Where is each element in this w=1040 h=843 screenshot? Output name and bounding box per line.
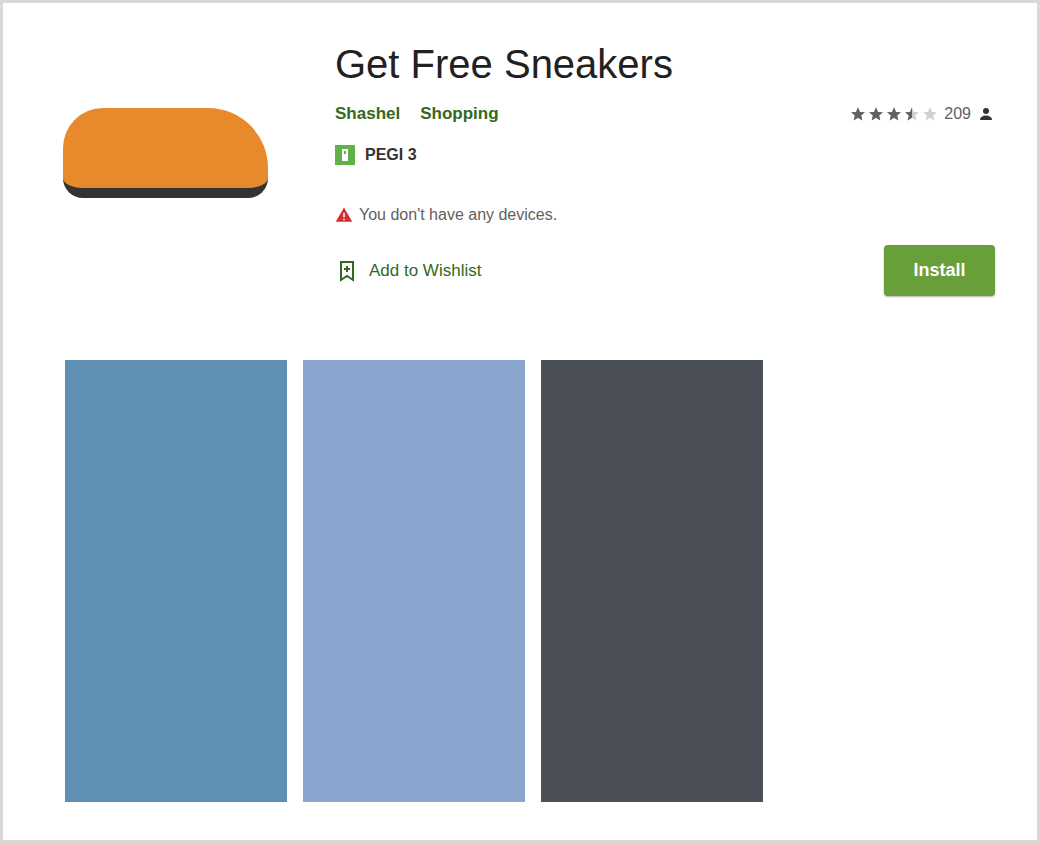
star bbox=[868, 106, 884, 122]
app-details: Get Free Sneakers Shashel Shopping 209 PEGI … bbox=[335, 40, 995, 296]
screenshot-gallery bbox=[3, 360, 1037, 802]
star-icon bbox=[850, 106, 866, 122]
star bbox=[850, 106, 866, 122]
pegi-icon bbox=[335, 145, 355, 165]
star-icon bbox=[868, 106, 884, 122]
install-button[interactable]: Install bbox=[884, 245, 995, 296]
star bbox=[904, 106, 920, 122]
screenshot[interactable] bbox=[65, 360, 287, 802]
screenshot[interactable] bbox=[541, 360, 763, 802]
star-icon bbox=[922, 106, 938, 122]
meta-row: Shashel Shopping 209 bbox=[335, 102, 995, 126]
rating-stars bbox=[850, 106, 938, 122]
rating-count: 209 bbox=[944, 102, 971, 126]
bookmark-icon bbox=[335, 259, 359, 283]
star bbox=[886, 106, 902, 122]
device-warning: You don't have any devices. bbox=[335, 205, 995, 225]
app-icon bbox=[60, 93, 270, 213]
warning-icon bbox=[335, 206, 353, 224]
rating: 209 bbox=[850, 102, 995, 126]
star-icon bbox=[904, 106, 912, 122]
app-title: Get Free Sneakers bbox=[335, 40, 995, 88]
star-icon bbox=[904, 106, 920, 122]
category-link[interactable]: Shopping bbox=[420, 103, 498, 125]
content-rating: PEGI 3 bbox=[335, 144, 995, 166]
person-icon bbox=[977, 105, 995, 123]
app-page: Get Free Sneakers Shashel Shopping 209 PEGI … bbox=[0, 0, 1040, 843]
action-row: Add to Wishlist Install bbox=[335, 245, 995, 296]
developer-link[interactable]: Shashel bbox=[335, 103, 400, 125]
wishlist-button[interactable]: Add to Wishlist bbox=[335, 258, 481, 284]
app-header: Get Free Sneakers Shashel Shopping 209 PEGI … bbox=[3, 3, 1037, 296]
star bbox=[922, 106, 938, 122]
star-icon bbox=[886, 106, 902, 122]
screenshot[interactable] bbox=[303, 360, 525, 802]
